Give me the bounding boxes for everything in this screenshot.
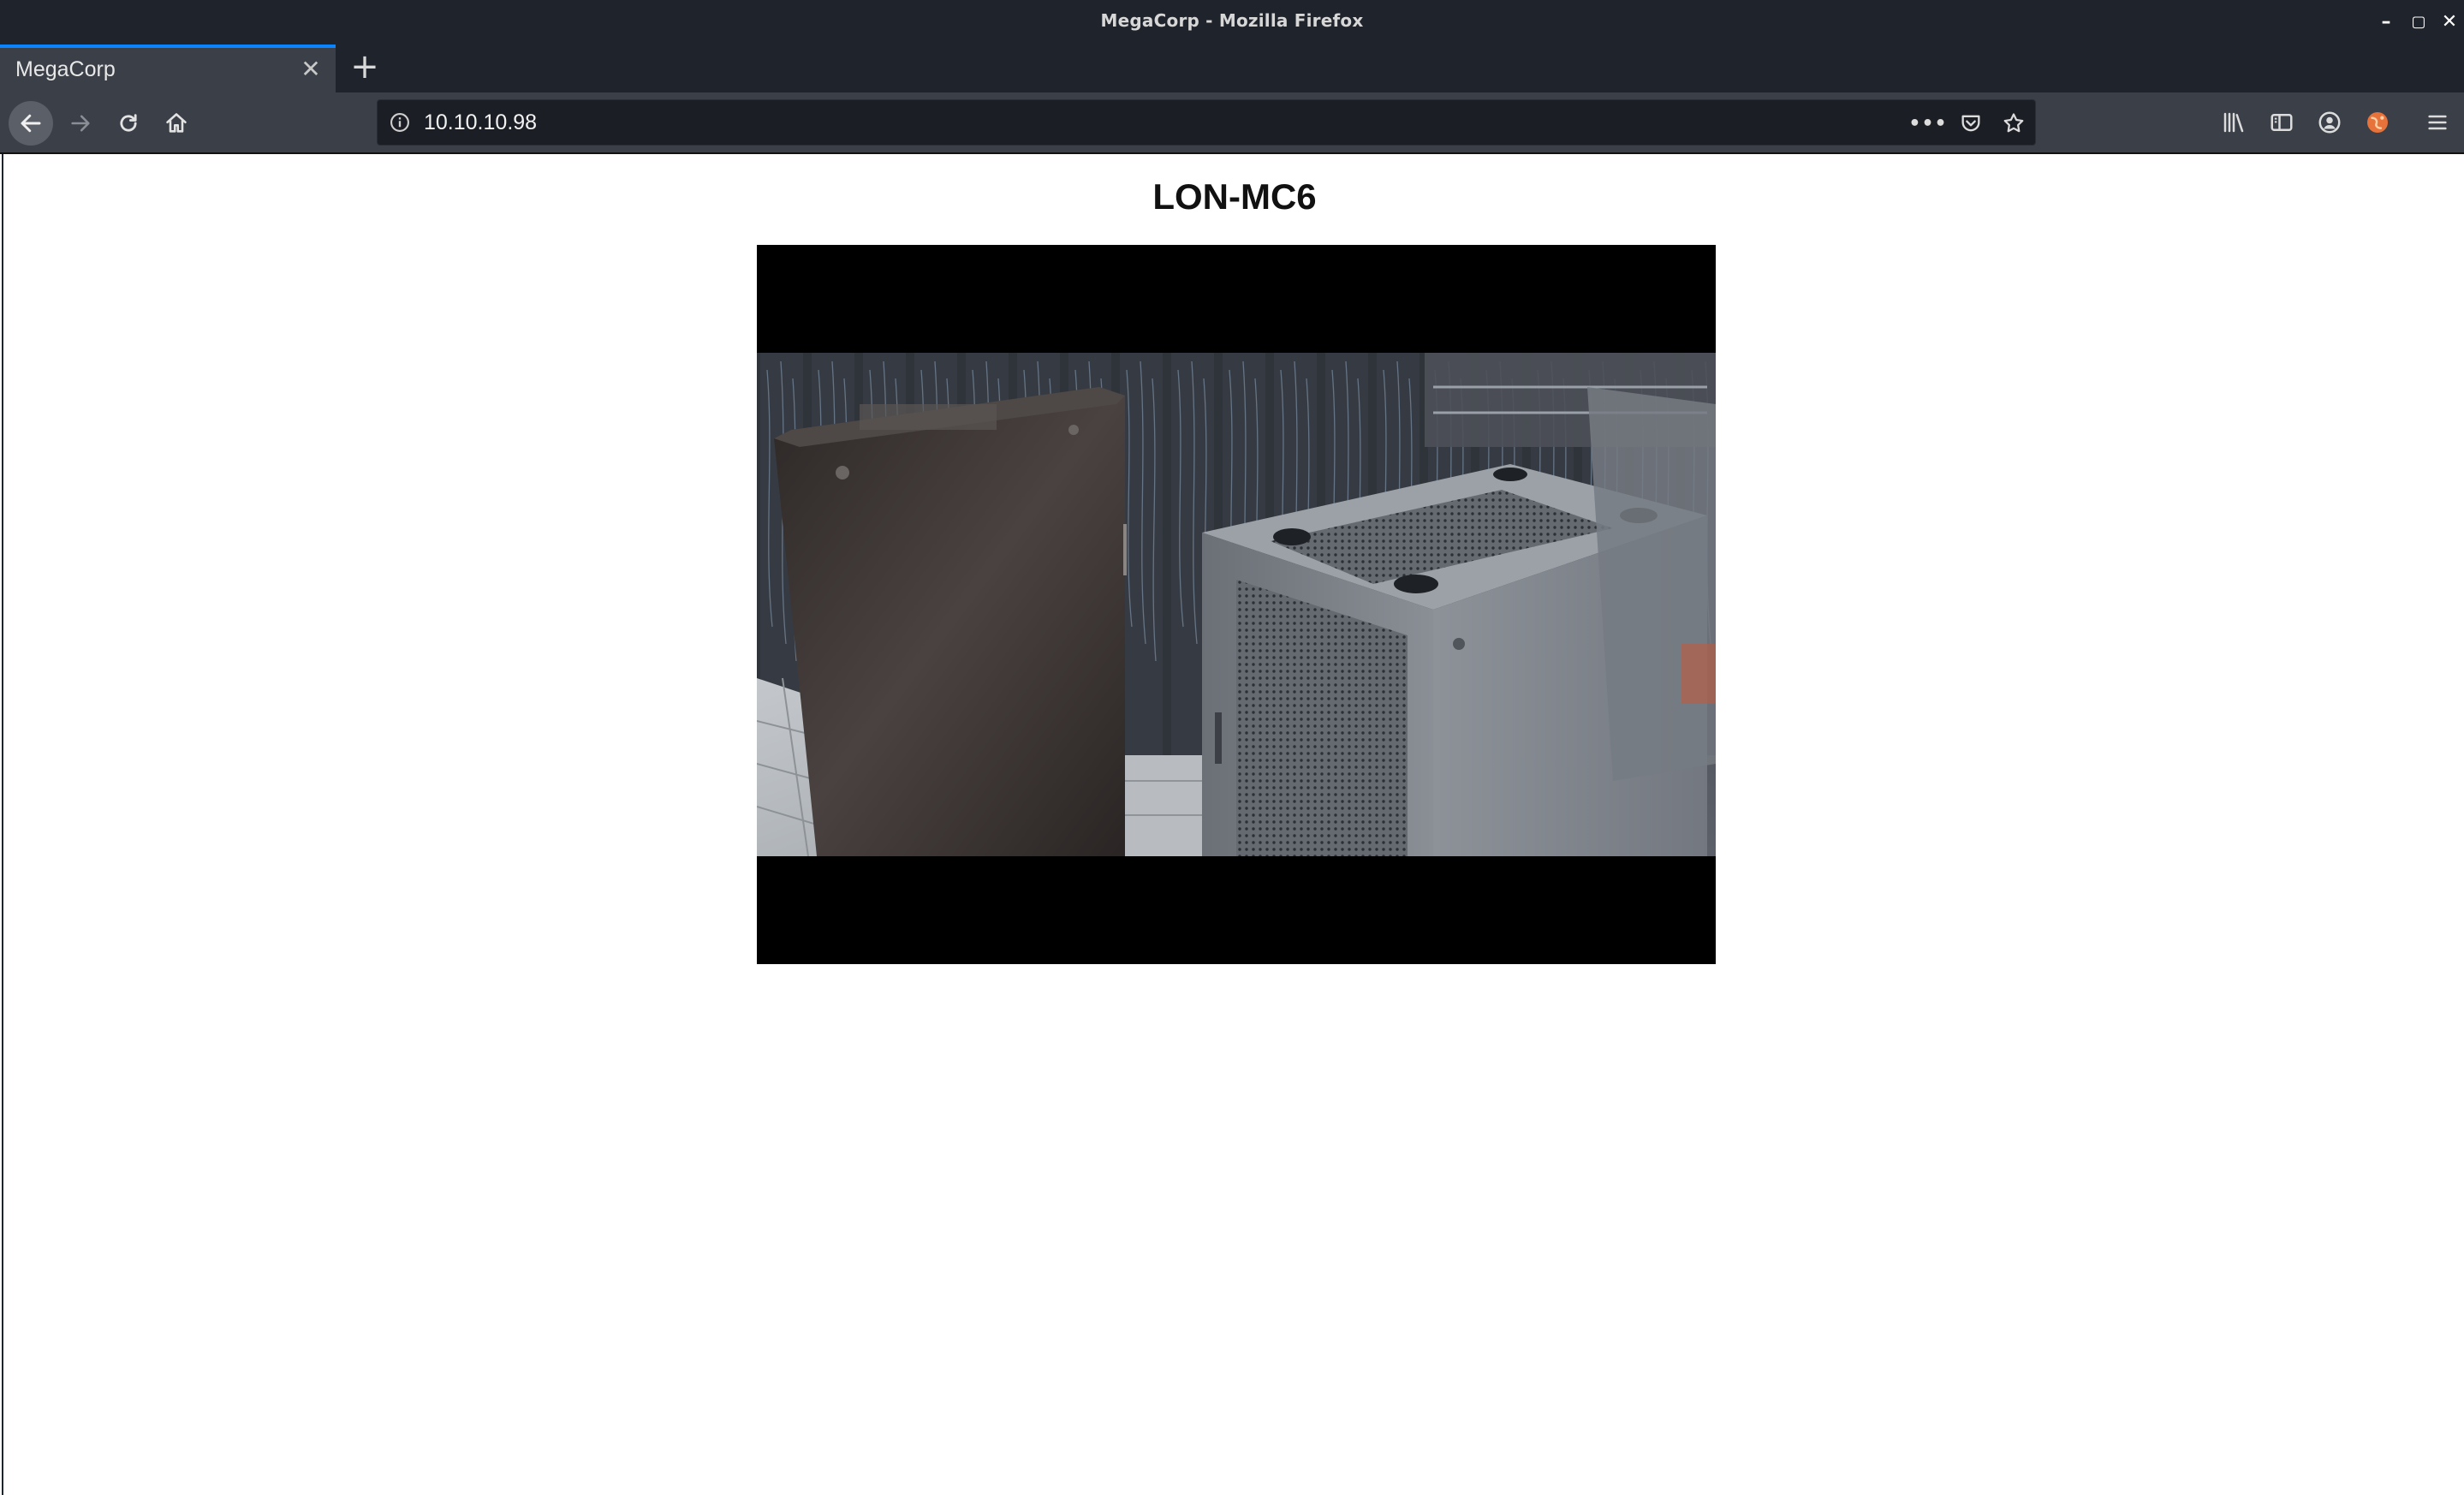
extension-icon xyxy=(2367,112,2388,133)
account-icon xyxy=(2318,111,2341,134)
home-icon xyxy=(166,113,187,133)
sidebar-icon xyxy=(2271,114,2293,131)
sidebar-button[interactable] xyxy=(2262,103,2301,142)
pocket-icon xyxy=(1961,115,1980,132)
library-icon xyxy=(2223,112,2244,133)
home-button[interactable] xyxy=(154,101,199,146)
tab-strip: MegaCorp ✕ + xyxy=(0,45,2464,92)
window-titlebar: MegaCorp - Mozilla Firefox – ▢ ✕ xyxy=(0,0,2464,45)
library-button[interactable] xyxy=(2214,103,2253,142)
url-text[interactable]: 10.10.10.98 xyxy=(424,110,537,135)
page-content: LON-MC6 xyxy=(2,154,2464,1495)
window-title: MegaCorp - Mozilla Firefox xyxy=(1100,10,1364,31)
minimize-button[interactable]: – xyxy=(2375,10,2397,33)
extension-button[interactable] xyxy=(2358,103,2397,142)
tab-title: MegaCorp xyxy=(15,57,116,81)
info-icon[interactable] xyxy=(388,110,412,134)
reload-button[interactable] xyxy=(106,101,151,146)
menu-icon xyxy=(2428,115,2447,130)
tab-close-button[interactable]: ✕ xyxy=(298,55,324,83)
account-button[interactable] xyxy=(2310,103,2349,142)
close-window-button[interactable]: ✕ xyxy=(2438,10,2461,33)
back-button[interactable] xyxy=(9,101,53,146)
pocket-button[interactable] xyxy=(1956,109,1985,138)
address-bar[interactable]: 10.10.10.98 ••• xyxy=(377,99,2036,146)
maximize-button[interactable]: ▢ xyxy=(2407,10,2430,33)
forward-arrow-icon xyxy=(71,115,90,132)
back-arrow-icon xyxy=(21,114,41,133)
reload-icon xyxy=(120,114,137,132)
bookmark-button[interactable] xyxy=(1999,109,2028,138)
bookmark-star-icon xyxy=(2003,113,2024,133)
navigation-toolbar: 10.10.10.98 ••• xyxy=(0,92,2464,154)
server-room-camera-image xyxy=(757,353,1716,856)
camera-feed-video[interactable] xyxy=(757,245,1716,964)
new-tab-button[interactable]: + xyxy=(346,48,384,86)
forward-button[interactable] xyxy=(58,101,103,146)
page-actions-icon[interactable]: ••• xyxy=(1908,109,1946,138)
tab-megacorp[interactable]: MegaCorp ✕ xyxy=(0,45,336,92)
page-heading: LON-MC6 xyxy=(1152,176,1317,217)
menu-button[interactable] xyxy=(2418,103,2457,142)
